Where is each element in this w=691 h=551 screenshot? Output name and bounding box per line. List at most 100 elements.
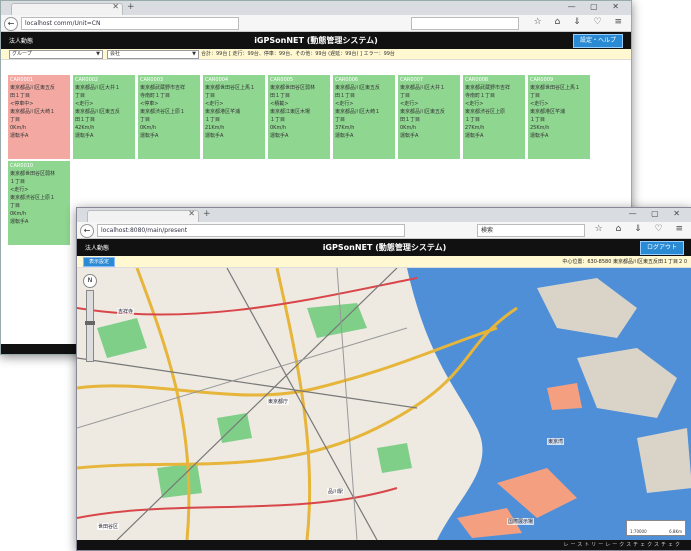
vehicle-id: CAR0004 [205,77,229,83]
vehicle-card[interactable]: CAR0005 東京都世田谷区弱林 田１丁目 <積載> 東京都江東区木場 １丁目 0Km/h… [268,75,330,159]
vehicle-info: 田１丁目 [270,93,291,99]
vehicle-info: 東京都品川区東五反 [400,109,446,115]
vehicle-info: 東京都品川区東五反 [75,109,121,115]
vehicle-card[interactable]: CAR0009 東京都世田谷区上馬１ 丁目 <走行> 東京都港区芊浦 １丁目 25Km/h 運… [528,75,590,159]
vehicle-info: <走行> [10,187,29,193]
new-tab-icon[interactable]: + [127,2,135,12]
vehicle-card[interactable]: CAR0007 東京都品川区大井１ 丁目 <走行> 東京都品川区東五反 田１丁目 0Km/h… [398,75,460,159]
vehicle-info: 寺南町１丁目 [140,93,171,99]
vehicle-id: CAR0001 [10,77,34,83]
vehicle-id: CAR0006 [335,77,359,83]
vehicle-info: 東京都武蔵野市吉祥 [465,85,511,91]
map-label: 吉祥寺 [117,308,135,315]
map-toolbar: 表示設定 中心位置：630-8580 東京都品川区東五反田１丁目２０ [77,256,691,268]
vehicle-info: 東京都渋谷区上原 [465,109,506,115]
vehicle-card[interactable]: CAR0002 東京都品川区大井１ 丁目 <走行> 東京都品川区東五反 田１丁目 42Km/… [73,75,135,159]
map-scale: 1:70000 6.8Km [626,520,686,536]
vehicle-card[interactable]: CAR0010 東京都世田谷区弱林 １丁目 <走行> 東京都渋谷区上原１ 丁目 0Km/h 運… [8,161,70,245]
vehicle-info: <停車中> [10,101,34,107]
toolbar-icons[interactable]: ☆ ⌂ ⇓ ♡ ≡ [534,17,627,27]
tab-close-icon[interactable]: ✕ [188,209,195,218]
vehicle-info: 0Km/h [140,125,157,131]
vehicle-card[interactable]: CAR0001 東京都品川区東五反 田１丁目 <停車中> 東京都品川区大崎１ 丁目 0Km/… [8,75,70,159]
vehicle-info: 0Km/h [270,125,287,131]
vehicle-id: CAR0008 [465,77,489,83]
vehicle-info: 田１丁目 [400,117,421,123]
vehicle-id: CAR0003 [140,77,164,83]
center-location: 中心位置：630-8580 東京都品川区東五反田１丁目２０ [562,259,688,265]
vehicle-info: <走行> [335,101,354,107]
vehicle-info: 丁目 [75,93,86,99]
app-title: iGPSonNET (動態管理システム) [322,243,447,252]
vehicle-info: 27Km/h [465,125,485,131]
map-view[interactable]: N 東京都庁 品川駅 東京湾 国際展示場 吉祥寺 世田谷区 1:70000 6.… [77,268,691,540]
vehicle-info: 田１丁目 [10,93,31,99]
vehicle-info: 東京都渋谷区上原１ [140,109,186,115]
browser-toolbar: ← localhost:8080/main/present 検索 ☆ ⌂ ⇓ ♡… [77,222,691,239]
vehicle-info: 42Km/h [75,125,95,131]
vehicle-card[interactable]: CAR0006 東京都品川区東五反 田１丁目 <走行> 東京都品川区大崎１ 丁目 37Km/… [333,75,395,159]
search-input[interactable]: 検索 [477,224,585,237]
toolbar-icons[interactable]: ☆ ⌂ ⇓ ♡ ≡ [595,224,688,234]
vehicle-info: <停車> [140,101,159,107]
tab-close-icon[interactable]: ✕ [112,2,119,11]
vehicle-card[interactable]: CAR0008 東京都武蔵野市吉祥 寺南町１丁目 <走行> 東京都渋谷区上原 １丁目 27K… [463,75,525,159]
filter-bar: グループ ▼ 会社 ▼ 合計：99台 [ 走行：99台、停車：99台、その他：99台… [1,49,631,60]
vehicle-info: １丁目 [465,117,481,123]
map-canvas [77,268,691,540]
footer-text: レーストリーレークスチェクスチェク [563,542,682,548]
display-settings-button[interactable]: 表示設定 [83,257,116,267]
vehicle-info: 東京都世田谷区上馬１ [530,85,581,91]
group-select[interactable]: グループ ▼ [9,50,103,59]
vehicle-info: <走行> [75,101,94,107]
vehicle-info: 運転手A [140,133,159,139]
browser-toolbar: ← localhost comm/Unit=CN ☆ ⌂ ⇓ ♡ ≡ [1,15,631,32]
compass-icon[interactable]: N [83,274,97,288]
vehicle-info: 運転手A [530,133,549,139]
vehicle-id: CAR0010 [10,163,34,169]
vehicle-info: 運転手A [400,133,419,139]
window-controls-icon[interactable]: — ▢ ✕ [568,2,625,11]
window-controls-icon[interactable]: — ▢ ✕ [629,209,686,218]
logout-button[interactable]: ログアウト [639,241,684,255]
vehicle-count-summary: 合計：99台 [ 走行：99台、停車：99台、その他：99台 (遅延：99台) … [201,51,395,57]
settings-help-button[interactable]: 設定・ヘルプ [572,34,623,48]
vehicle-info: <走行> [530,101,549,107]
zoom-handle[interactable] [85,321,95,325]
vehicle-info: １丁目 [270,117,286,123]
vehicle-info: 東京都港区芊浦 [530,109,566,115]
search-input[interactable] [411,17,519,30]
vehicle-info: <積載> [270,101,289,107]
vehicle-info: <走行> [205,101,224,107]
map-label: 世田谷区 [97,523,120,530]
vehicle-card[interactable]: CAR0003 東京都武蔵野市吉祥 寺南町１丁目 <停車> 東京都渋谷区上原１ 丁目 0Km… [138,75,200,159]
vehicle-info: 寺南町１丁目 [465,93,496,99]
vehicle-id: CAR0002 [75,77,99,83]
map-label: 国際展示場 [507,518,535,525]
vehicle-info: 21Km/h [205,125,225,131]
vehicle-info: 運転手A [10,219,29,225]
vehicle-info: 東京都品川区東五反 [335,85,381,91]
vehicle-info: 丁目 [10,117,21,123]
vehicle-info: 運転手A [335,133,354,139]
vehicle-info: 丁目 [530,93,541,99]
vehicle-info: 丁目 [10,203,21,209]
vehicle-info: 東京都世田谷区上馬１ [205,85,256,91]
vehicle-info: 東京都品川区大井１ [75,85,121,91]
company-select[interactable]: 会社 ▼ [107,50,199,59]
vehicle-info: 東京都渋谷区上原１ [10,195,56,201]
browser-tab-bar: ✕ + — ▢ ✕ [77,208,691,223]
vehicle-info: １丁目 [205,117,221,123]
vehicle-card[interactable]: CAR0004 東京都世田谷区上馬１ 丁目 <走行> 東京都港区芊浦 １丁目 21Km/h 運… [203,75,265,159]
vehicle-info: 丁目 [205,93,216,99]
back-arrow-icon[interactable]: ← [80,224,94,238]
app-title: iGPSonNET (動態管理システム) [254,36,378,45]
new-tab-icon[interactable]: + [203,209,211,219]
address-input[interactable]: localhost comm/Unit=CN [21,17,239,30]
address-input[interactable]: localhost:8080/main/present [97,224,405,237]
browser-tab-bar: ✕ + — ▢ ✕ [1,1,631,16]
vehicle-info: 37Km/h [335,125,355,131]
vehicle-info: 東京都武蔵野市吉祥 [140,85,186,91]
zoom-slider[interactable] [85,290,95,362]
back-arrow-icon[interactable]: ← [4,17,18,31]
